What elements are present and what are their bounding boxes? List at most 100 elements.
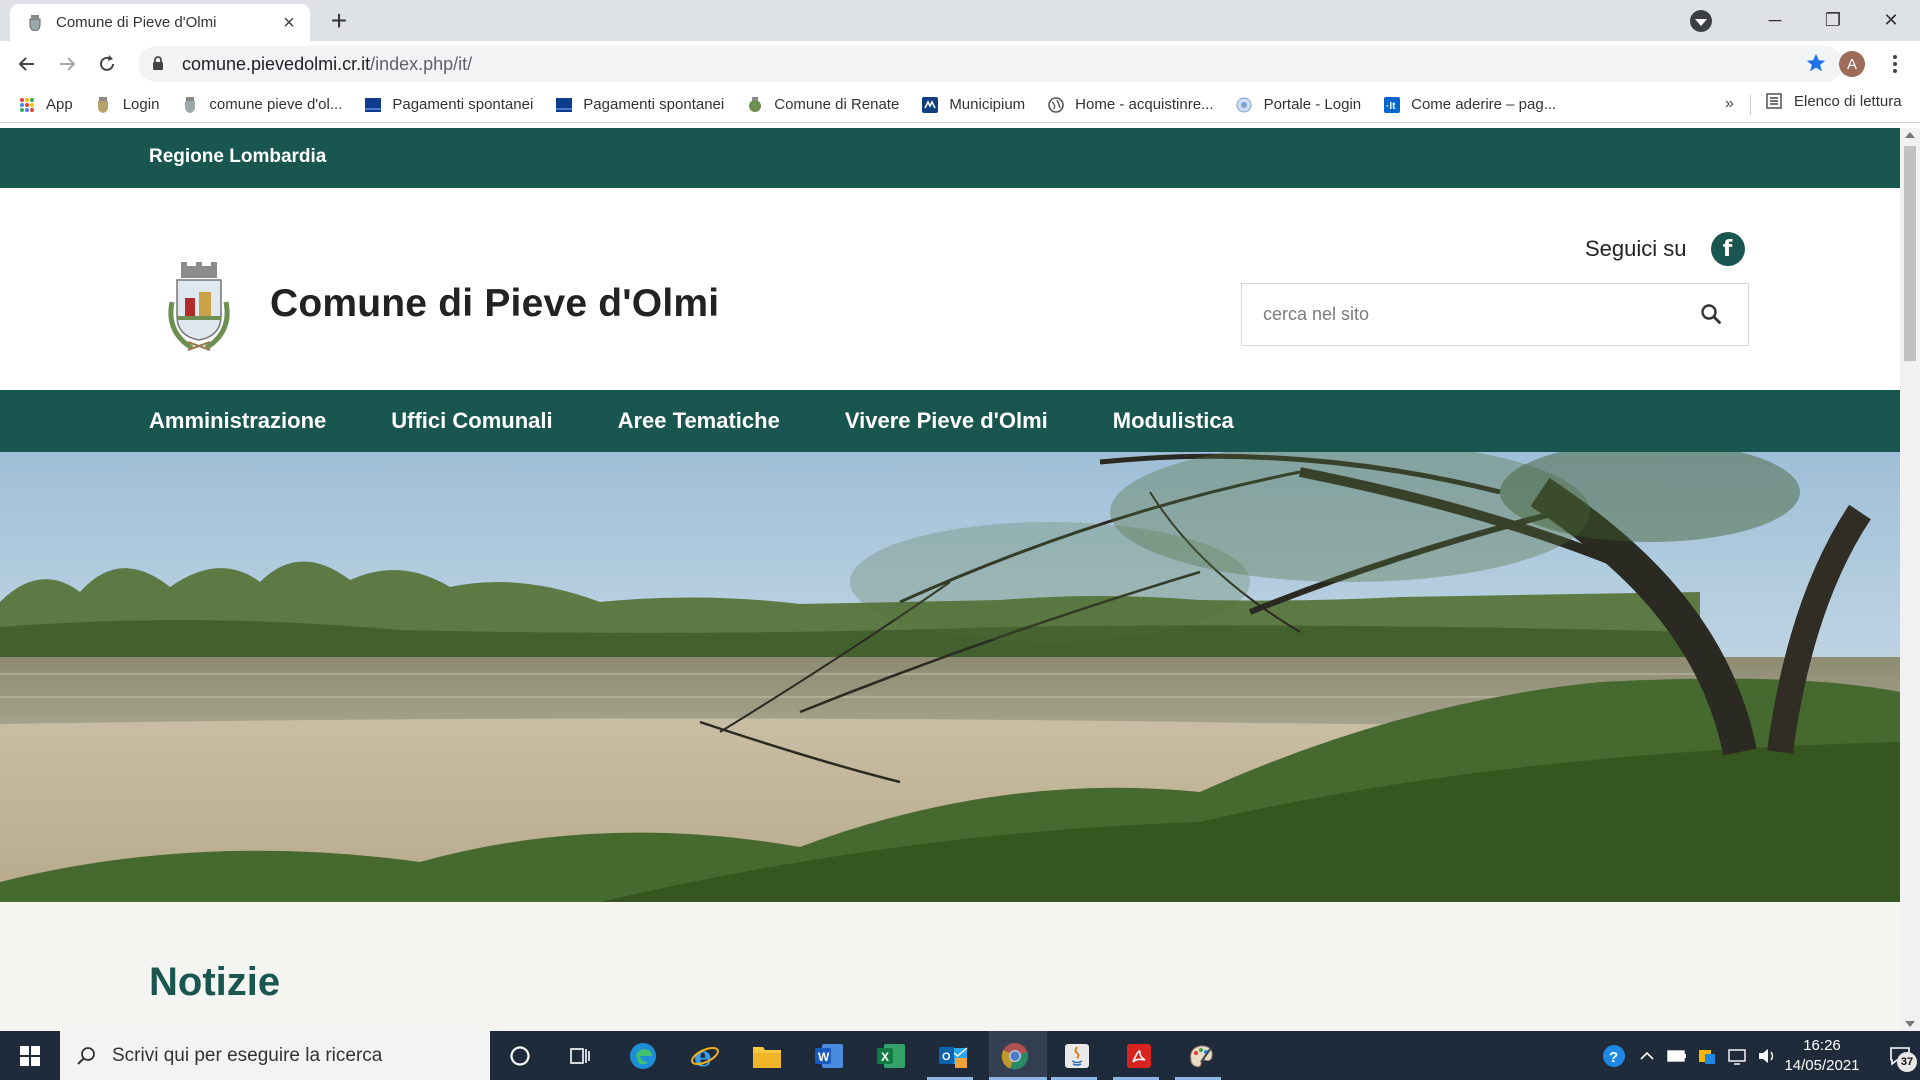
security-icon[interactable] — [1692, 1046, 1722, 1066]
svg-text:e: e — [694, 1041, 712, 1071]
excel-icon[interactable]: X — [871, 1037, 911, 1075]
site-title[interactable]: Comune di Pieve d'Olmi — [270, 282, 719, 326]
reading-list-button[interactable]: Elenco di lettura — [1766, 93, 1902, 110]
news-heading: Notizie — [149, 960, 281, 1004]
follow-label: Seguici su — [1585, 236, 1687, 261]
forward-arrow-icon[interactable] — [52, 49, 82, 79]
restore-button[interactable]: ❐ — [1804, 10, 1862, 31]
site-header: Comune di Pieve d'Olmi Seguici su f — [0, 188, 1900, 390]
volume-icon[interactable] — [1752, 1047, 1782, 1065]
word-icon[interactable]: W — [809, 1037, 849, 1075]
pagopa-icon: ·It — [1383, 96, 1400, 113]
apps-grid-icon — [18, 96, 35, 113]
page-scrollbar[interactable] — [1900, 128, 1920, 1031]
reload-icon[interactable] — [92, 49, 122, 79]
bookmark-portale-login[interactable]: Portale - Login — [1236, 96, 1361, 113]
back-arrow-icon[interactable] — [12, 49, 42, 79]
help-icon[interactable]: ? — [1596, 1044, 1632, 1068]
portal-icon — [1236, 96, 1253, 113]
cortana-icon[interactable] — [500, 1037, 540, 1075]
crest-icon — [95, 96, 112, 113]
bookmark-login[interactable]: Login — [95, 96, 159, 113]
bookmark-apps[interactable]: App — [18, 96, 73, 113]
page-viewport: Regione Lombardia Comune di Pieve d'Olmi… — [0, 128, 1900, 1031]
scroll-down-arrow-icon[interactable] — [1905, 1021, 1915, 1027]
svg-text:X: X — [881, 1050, 889, 1064]
scrollbar-thumb[interactable] — [1904, 146, 1916, 361]
url-text[interactable]: comune.pievedolmi.cr.it/index.php/it/ — [182, 54, 472, 75]
bookmark-pagamenti-1[interactable]: Pagamenti spontanei — [364, 96, 533, 113]
lock-icon[interactable] — [152, 56, 166, 72]
region-bar: Regione Lombardia — [0, 128, 1900, 188]
nav-item-uffici-comunali[interactable]: Uffici Comunali — [391, 408, 552, 434]
bookmark-comune-pieve[interactable]: comune pieve d'ol... — [181, 96, 342, 113]
scroll-up-arrow-icon[interactable] — [1905, 132, 1915, 138]
browser-toolbar: comune.pievedolmi.cr.it/index.php/it/ A — [0, 41, 1920, 87]
browser-tab[interactable]: Comune di Pieve d'Olmi × — [10, 4, 310, 41]
search-icon[interactable] — [1700, 303, 1724, 327]
bookmarks-overflow-button[interactable]: » — [1725, 95, 1734, 113]
close-window-button[interactable]: ✕ — [1862, 10, 1920, 31]
battery-icon[interactable] — [1662, 1049, 1692, 1062]
svg-text:O: O — [942, 1051, 951, 1063]
reading-list-icon — [1766, 93, 1783, 110]
municipium-icon — [921, 96, 938, 113]
network-icon[interactable] — [1722, 1047, 1752, 1065]
svg-text:?: ? — [1609, 1049, 1618, 1066]
internet-explorer-icon[interactable]: e — [685, 1037, 725, 1075]
profile-avatar[interactable]: A — [1839, 51, 1865, 77]
bookmark-acquistinrete[interactable]: Home - acquistinre... — [1047, 96, 1214, 113]
hero-image — [0, 452, 1900, 902]
nav-item-aree-tematiche[interactable]: Aree Tematiche — [618, 408, 780, 434]
tab-search-icon[interactable] — [1690, 9, 1712, 32]
bookmark-municipium[interactable]: Municipium — [921, 96, 1025, 113]
edge-icon[interactable] — [623, 1037, 663, 1075]
notification-count-badge: 37 — [1897, 1052, 1917, 1072]
action-center-icon[interactable]: 37 — [1880, 1031, 1920, 1080]
new-tab-button[interactable]: + — [325, 6, 353, 36]
svg-text:W: W — [818, 1050, 830, 1064]
bookmark-comune-renate[interactable]: Comune di Renate — [746, 96, 899, 113]
bookmark-come-aderire[interactable]: ·It Come aderire – pag... — [1383, 96, 1556, 113]
windows-start-icon[interactable] — [0, 1031, 60, 1080]
address-bar[interactable]: comune.pievedolmi.cr.it/index.php/it/ — [138, 46, 1843, 82]
nav-item-vivere-pieve[interactable]: Vivere Pieve d'Olmi — [845, 408, 1048, 434]
globe-icon — [1047, 96, 1064, 113]
browser-tab-strip: Comune di Pieve d'Olmi × + ─ ❐ ✕ — [0, 0, 1920, 41]
chrome-active-highlight — [989, 1031, 1047, 1080]
java-icon[interactable] — [1057, 1037, 1097, 1075]
nav-item-modulistica[interactable]: Modulistica — [1113, 408, 1234, 434]
show-hidden-icons-chevron-icon[interactable] — [1632, 1051, 1662, 1061]
bookmark-star-icon[interactable] — [1805, 52, 1827, 79]
search-input[interactable] — [1242, 304, 1662, 325]
bookmarks-bar: App Login comune pieve d'ol... Pagamenti… — [0, 87, 1920, 123]
facebook-icon[interactable]: f — [1710, 232, 1745, 266]
clock-date: 14/05/2021 — [1784, 1056, 1860, 1074]
bookmark-pagamenti-2[interactable]: Pagamenti spontanei — [555, 96, 724, 113]
bookmarks-divider — [1750, 95, 1751, 115]
taskbar-search-box[interactable]: Scrivi qui per eseguire la ricerca — [60, 1031, 490, 1080]
search-icon — [77, 1046, 95, 1065]
payment-icon — [555, 96, 572, 113]
nav-item-amministrazione[interactable]: Amministrazione — [149, 408, 326, 434]
region-link[interactable]: Regione Lombardia — [149, 146, 326, 168]
clock-time: 16:26 — [1803, 1036, 1841, 1054]
file-explorer-icon[interactable] — [747, 1037, 787, 1075]
task-view-icon[interactable] — [560, 1037, 600, 1075]
browser-menu-icon[interactable] — [1885, 51, 1905, 77]
social-follow: Seguici su f — [1585, 232, 1745, 266]
acrobat-icon[interactable] — [1119, 1037, 1159, 1075]
minimize-button[interactable]: ─ — [1746, 10, 1804, 31]
taskbar-clock[interactable]: 16:26 14/05/2021 — [1782, 1036, 1862, 1076]
close-tab-icon[interactable]: × — [278, 13, 300, 33]
site-search — [1241, 283, 1749, 346]
payment-icon — [364, 96, 381, 113]
main-navigation: Amministrazione Uffici Comunali Aree Tem… — [0, 390, 1900, 452]
taskbar-search-text: Scrivi qui per eseguire la ricerca — [112, 1044, 383, 1066]
municipal-crest-logo[interactable] — [162, 262, 236, 354]
tab-title: Comune di Pieve d'Olmi — [56, 14, 217, 31]
window-controls: ─ ❐ ✕ — [1690, 0, 1920, 41]
paint-icon[interactable] — [1181, 1037, 1221, 1075]
crest-icon — [181, 96, 198, 113]
outlook-icon[interactable]: O — [933, 1037, 973, 1075]
